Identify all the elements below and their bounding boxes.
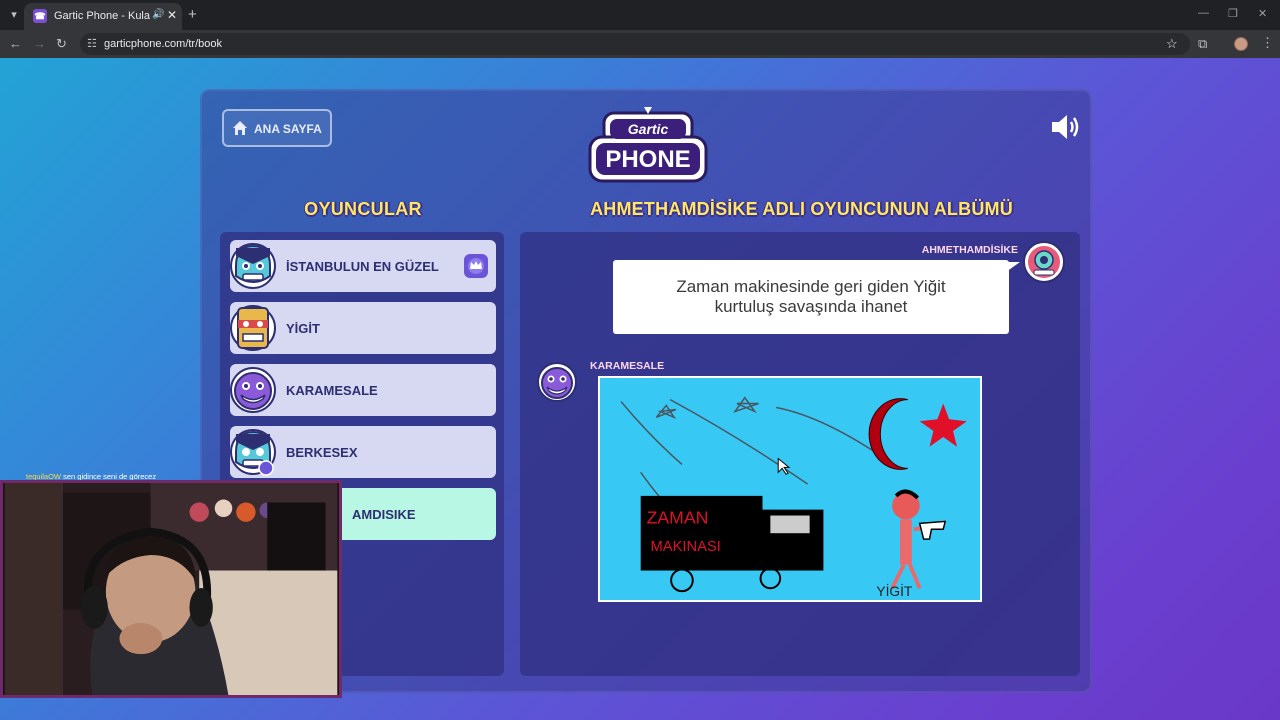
browser-tab-active[interactable]: ☎ Gartic Phone - Kulaktan Ku 🔊 ✕ — [24, 3, 182, 30]
prompt-line: Zaman makinesinde geri giden Yiğit — [676, 277, 946, 296]
player-item[interactable]: İSTANBULUN EN GÜZEL — [230, 240, 496, 292]
reload-icon[interactable]: ↻ — [56, 36, 67, 52]
player-name: AMDISIKE — [352, 507, 416, 522]
tab-audio-icon[interactable]: 🔊 — [152, 9, 164, 20]
site-info-icon[interactable]: ☷ — [87, 37, 97, 50]
home-label: ANA SAYFA — [254, 122, 322, 136]
url-text: garticphone.com/tr/book — [104, 38, 223, 50]
prompt-line: kurtuluş savaşında ihanet — [714, 297, 908, 316]
drawing-image: ZAMAN MAKINASI YİGİT — [620, 396, 967, 599]
window-close-icon[interactable]: ✕ — [1258, 7, 1267, 20]
drawer-avatar-icon — [537, 362, 577, 402]
streamer-webcam-image — [4, 483, 338, 695]
browser-menu-icon[interactable]: ⋮ — [1261, 35, 1274, 51]
forward-icon[interactable]: → — [33, 36, 46, 51]
purple-monster-avatar-icon — [230, 367, 276, 413]
player-item[interactable]: YİGİT — [230, 302, 496, 354]
drawing-canvas: ZAMAN MAKINASI YİGİT — [598, 376, 982, 602]
home-icon — [233, 121, 247, 135]
bookmark-star-icon[interactable]: ☆ — [1166, 36, 1178, 52]
author-name: AHMETHAMDİSİKE — [921, 244, 1018, 256]
author-avatar-icon — [1023, 241, 1065, 283]
players-title: OYUNCULAR — [304, 199, 422, 219]
drawing-text-zaman: ZAMAN — [647, 507, 709, 527]
back-icon[interactable]: ← — [9, 36, 22, 51]
logo-top-text: Gartic — [628, 121, 669, 137]
drawing-text-yigit: YİGİT — [876, 582, 913, 599]
restore-icon[interactable]: ❐ — [1228, 7, 1238, 20]
vampire-avatar-icon — [230, 243, 276, 289]
crown-icon — [464, 254, 488, 278]
player-name: KARAMESALE — [286, 383, 378, 398]
player-item[interactable]: KARAMESALE — [230, 364, 496, 416]
minimize-icon[interactable]: — — [1198, 7, 1209, 19]
player-name: YİGİT — [286, 321, 320, 336]
gartic-phone-logo: Gartic PHONE — [588, 107, 708, 183]
profile-avatar[interactable] — [1234, 37, 1248, 51]
mouse-cursor-icon — [777, 457, 791, 475]
vampire-avatar-icon — [230, 429, 276, 476]
tab-title: Gartic Phone - Kulaktan Ku — [54, 10, 150, 22]
logo-bottom-text: PHONE — [605, 146, 690, 173]
extensions-icon[interactable]: ⧉ — [1198, 36, 1207, 52]
album-title: AHMETHAMDİSİKE ADLI OYUNCUNUN ALBÜMÜ — [590, 199, 1013, 219]
tiki-avatar-icon — [230, 305, 276, 351]
tab-close-icon[interactable]: ✕ — [167, 8, 177, 22]
prompt-bubble: Zaman makinesinde geri giden Yiğit kurtu… — [613, 260, 1009, 334]
sound-icon[interactable] — [1050, 113, 1082, 141]
new-tab-icon[interactable]: + — [188, 6, 197, 23]
player-name: İSTANBULUN EN GÜZEL — [286, 259, 439, 274]
drawer-name: KARAMESALE — [590, 360, 665, 372]
drawing-text-makinasi: MAKINASI — [651, 539, 721, 555]
album-view: AHMETHAMDİSİKE Zaman makinesinde geri gi… — [520, 232, 1080, 676]
browser-tab-bar: ▾ ☎ Gartic Phone - Kulaktan Ku 🔊 ✕ + — ❐… — [0, 0, 1280, 30]
player-name: BERKESEX — [286, 445, 358, 460]
tab-search-icon[interactable]: ▾ — [6, 7, 22, 23]
browser-toolbar: ← → ↻ ☷ garticphone.com/tr/book ☆ ⧉ ⋮ — [0, 30, 1280, 58]
gartic-favicon-icon: ☎ — [33, 9, 47, 23]
webcam-overlay — [0, 480, 342, 698]
home-button[interactable]: ANA SAYFA — [222, 109, 332, 147]
player-item[interactable]: BERKESEX — [230, 426, 496, 478]
address-bar[interactable]: ☷ garticphone.com/tr/book ☆ — [80, 33, 1190, 55]
